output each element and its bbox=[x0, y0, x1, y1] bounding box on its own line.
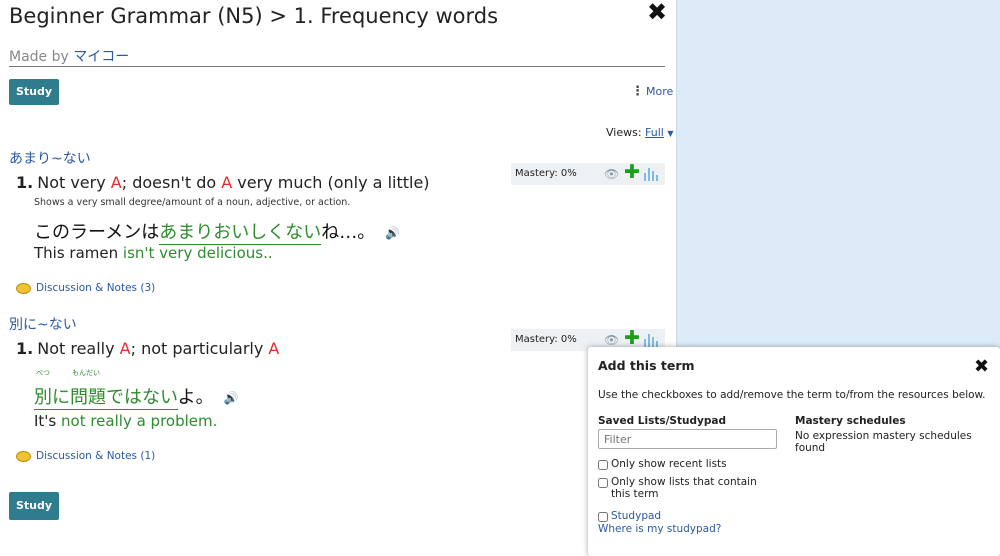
speech-bubble-icon bbox=[16, 282, 31, 294]
example-jp-text: よ。 bbox=[177, 387, 214, 408]
discussion-label: Discussion & Notes (3) bbox=[36, 282, 156, 294]
placeholder-a: A bbox=[221, 173, 233, 192]
contain-term-label: Only show lists that contain this term bbox=[611, 476, 757, 500]
popup-title: Add this term bbox=[598, 358, 695, 373]
placeholder-a: A bbox=[268, 339, 280, 358]
sense-number: 1. bbox=[16, 339, 34, 358]
sense-line: 1. Not really A; not particularly A bbox=[16, 339, 279, 358]
close-icon[interactable]: ✖ bbox=[647, 0, 667, 26]
chevron-down-icon: ▼ bbox=[667, 129, 674, 138]
add-term-popup: Add this term ✖ Use the checkboxes to ad… bbox=[588, 347, 1000, 556]
sense-text: ; not particularly bbox=[130, 339, 269, 358]
stats-icon[interactable] bbox=[644, 168, 658, 181]
mastery-schedules-heading: Mastery schedules bbox=[795, 415, 906, 427]
sense-number: 1. bbox=[16, 173, 34, 192]
furigana: べつ bbox=[36, 369, 50, 377]
plus-icon[interactable]: ✚ bbox=[624, 161, 640, 183]
views-label: Views: bbox=[606, 126, 642, 139]
furigana: もんだい bbox=[72, 369, 100, 377]
contain-term-checkbox[interactable]: Only show lists that contain this term bbox=[598, 476, 778, 500]
speaker-icon[interactable]: 🔊 bbox=[385, 226, 400, 240]
where-studypad-link[interactable]: Where is my studypad? bbox=[598, 523, 721, 535]
example-japanese: 別に問題ではないよ。 🔊 bbox=[34, 383, 239, 410]
made-by-line: Made by マイコー bbox=[9, 46, 665, 67]
eye-icon[interactable]: 👁 bbox=[604, 163, 619, 185]
contain-term-check[interactable] bbox=[598, 478, 608, 488]
speaker-icon[interactable]: 🔊 bbox=[224, 391, 239, 405]
example-english: It's not really a problem. bbox=[34, 412, 217, 430]
studypad-checkbox[interactable]: Studypad bbox=[598, 510, 778, 522]
mastery-bar: Mastery: 0% 👁 ✚ bbox=[511, 161, 665, 185]
example-japanese: このラーメンはあまりおいしくないね…。 🔊 bbox=[34, 218, 400, 245]
discussion-label: Discussion & Notes (1) bbox=[36, 450, 156, 462]
views-selector[interactable]: Views: Full ▼ bbox=[606, 126, 674, 139]
stats-icon[interactable] bbox=[644, 334, 658, 347]
example-jp-text: このラーメンは bbox=[34, 222, 160, 243]
main-panel: Beginner Grammar (N5) > 1. Frequency wor… bbox=[0, 0, 676, 556]
studypad-link[interactable]: Studypad bbox=[611, 510, 661, 522]
sense-text: ; doesn't do bbox=[121, 173, 222, 192]
views-value[interactable]: Full bbox=[645, 126, 664, 139]
example-en-highlight: isn't very delicious.. bbox=[122, 244, 273, 262]
sense-text: Not really bbox=[37, 339, 120, 358]
example-english: This ramen isn't very delicious.. bbox=[34, 244, 273, 262]
speech-bubble-icon bbox=[16, 450, 31, 462]
placeholder-a: A bbox=[119, 339, 131, 358]
saved-lists-heading: Saved Lists/Studypad bbox=[598, 415, 726, 427]
recent-lists-label: Only show recent lists bbox=[611, 458, 727, 470]
sense-text: Not very bbox=[37, 173, 111, 192]
author-link[interactable]: マイコー bbox=[73, 49, 129, 65]
studypad-check[interactable] bbox=[598, 512, 608, 522]
more-label: More bbox=[646, 85, 674, 98]
recent-lists-checkbox[interactable]: Only show recent lists bbox=[598, 458, 778, 470]
plus-icon[interactable]: ✚ bbox=[624, 327, 640, 349]
sense-description: Shows a very small degree/amount of a no… bbox=[34, 197, 351, 208]
recent-lists-check[interactable] bbox=[598, 460, 608, 470]
term-heading[interactable]: あまり~ない bbox=[9, 148, 91, 168]
sense-line: 1. Not very A; doesn't do A very much (on… bbox=[16, 173, 430, 192]
made-by-label: Made by bbox=[9, 49, 69, 65]
discussion-link[interactable]: Discussion & Notes (1) bbox=[16, 450, 155, 462]
mastery-label: Mastery: 0% bbox=[515, 168, 577, 179]
more-button[interactable]: ⋮ More bbox=[631, 84, 673, 99]
example-jp-text: ね…。 bbox=[321, 222, 376, 243]
close-icon[interactable]: ✖ bbox=[974, 356, 989, 377]
example-en-text: It's bbox=[34, 412, 62, 430]
no-schedules-text: No expression mastery schedules found bbox=[795, 430, 972, 454]
filter-input[interactable] bbox=[598, 429, 777, 449]
example-en-text: This ramen bbox=[34, 244, 123, 262]
discussion-link[interactable]: Discussion & Notes (3) bbox=[16, 282, 155, 294]
sense-text: very much (only a little) bbox=[232, 173, 430, 192]
popup-instructions: Use the checkboxes to add/remove the ter… bbox=[598, 389, 986, 401]
mastery-label: Mastery: 0% bbox=[515, 334, 577, 345]
page-title: Beginner Grammar (N5) > 1. Frequency wor… bbox=[9, 4, 499, 28]
study-button-top[interactable]: Study bbox=[9, 79, 59, 105]
example-jp-highlight: 別に問題ではない bbox=[34, 387, 178, 410]
term-heading[interactable]: 別に~ない bbox=[9, 314, 77, 334]
more-dots-icon: ⋮ bbox=[631, 84, 644, 99]
example-jp-highlight: あまりおいしくない bbox=[159, 222, 322, 245]
study-button-bottom[interactable]: Study bbox=[9, 492, 59, 520]
example-en-highlight: not really a problem. bbox=[61, 412, 218, 430]
placeholder-a: A bbox=[110, 173, 122, 192]
